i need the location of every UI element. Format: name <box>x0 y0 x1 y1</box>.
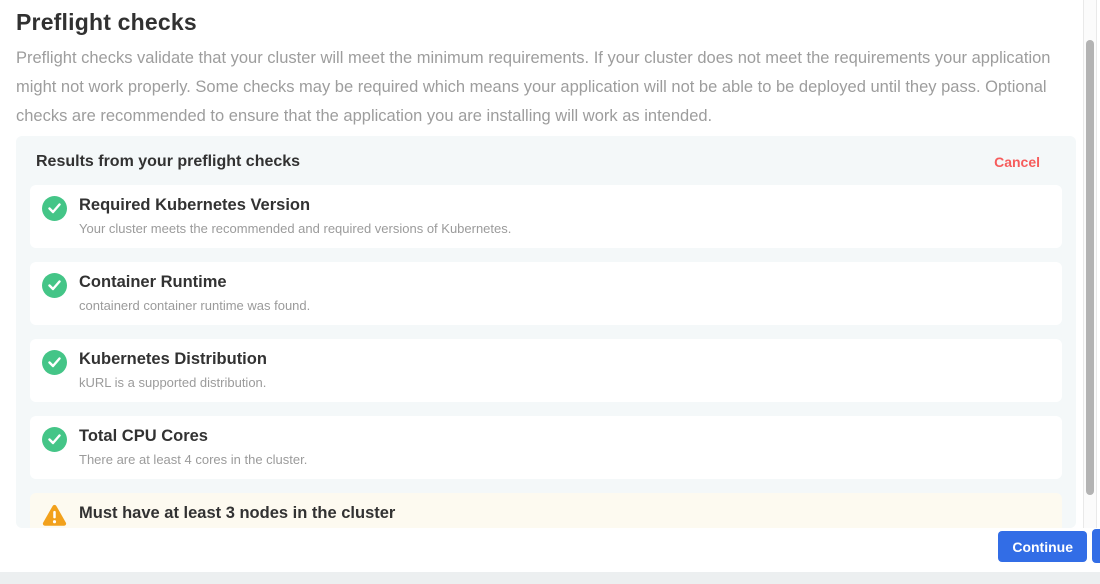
panel-header: Results from your preflight checks Cance… <box>16 136 1076 185</box>
check-pass-icon <box>42 427 67 452</box>
warning-icon <box>42 504 67 528</box>
preflight-results-panel: Results from your preflight checks Cance… <box>16 136 1076 528</box>
check-list: Required Kubernetes Version Your cluster… <box>16 185 1076 528</box>
scrollbar-thumb[interactable] <box>1086 40 1094 495</box>
panel-title: Results from your preflight checks <box>36 153 300 171</box>
page-title: Preflight checks <box>16 9 1076 36</box>
check-item-kubernetes-distribution: Kubernetes Distribution kURL is a suppor… <box>30 339 1062 402</box>
check-title: Kubernetes Distribution <box>79 349 1046 370</box>
scrollbar-track[interactable] <box>1083 0 1097 528</box>
check-pass-icon <box>42 273 67 298</box>
check-title: Required Kubernetes Version <box>79 195 1046 216</box>
page-content: Preflight checks Preflight checks valida… <box>16 0 1076 131</box>
check-message: kURL is a supported distribution. <box>79 375 1046 391</box>
cut-off-button-fragment <box>1092 529 1100 563</box>
check-title: Container Runtime <box>79 272 1046 293</box>
continue-button[interactable]: Continue <box>998 531 1087 562</box>
check-message: Your cluster meets the recommended and r… <box>79 221 1046 237</box>
check-item-container-runtime: Container Runtime containerd container r… <box>30 262 1062 325</box>
check-item-kubernetes-version: Required Kubernetes Version Your cluster… <box>30 185 1062 248</box>
check-pass-icon <box>42 350 67 375</box>
check-item-total-cpu-cores: Total CPU Cores There are at least 4 cor… <box>30 416 1062 479</box>
page-description: Preflight checks validate that your clus… <box>16 44 1068 131</box>
check-message: containerd container runtime was found. <box>79 298 1046 314</box>
cancel-link[interactable]: Cancel <box>994 154 1040 170</box>
check-pass-icon <box>42 196 67 221</box>
check-title: Total CPU Cores <box>79 426 1046 447</box>
check-title: Must have at least 3 nodes in the cluste… <box>79 503 1046 524</box>
bottom-section-divider <box>0 572 1100 584</box>
check-message: There are at least 4 cores in the cluste… <box>79 452 1046 468</box>
check-item-node-count: Must have at least 3 nodes in the cluste… <box>30 493 1062 528</box>
